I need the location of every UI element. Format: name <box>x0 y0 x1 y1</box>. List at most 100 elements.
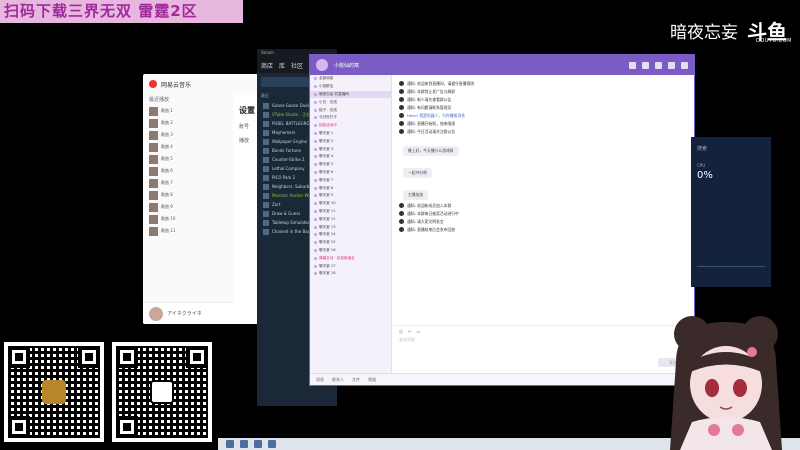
message-text: 通知: 欢迎来到直播间，请遵守直播规则 <box>407 81 475 86</box>
bottom-tab[interactable]: 消息 <box>316 377 324 383</box>
chat-avatar-icon <box>314 217 317 221</box>
message-text: Hello! 我是机器人，为你播报消息 <box>407 113 465 118</box>
qq-chat-window: 小桃仙的窝 全部消息 小桃群友 暗夜忘妄 的直播间 小白 - 在线 桃子 - 在线 今日份… <box>310 55 694 385</box>
chat-avatar-icon <box>314 272 317 276</box>
bow-right <box>732 424 744 436</box>
sender-avatar-icon <box>399 211 404 216</box>
game-name: Tabletop Simulator <box>272 220 310 225</box>
chat-avatar-icon <box>314 248 317 252</box>
chat-list-item[interactable]: 聊天室 13 <box>310 223 391 231</box>
qq-bottom-bar: 消息 联系人 文件 频道 <box>310 373 694 385</box>
chat-list-item[interactable]: 聊天室 7 <box>310 176 391 184</box>
chat-list-item[interactable]: 聊天室 9 <box>310 192 391 200</box>
chat-list-item[interactable]: 聊天室 18 <box>310 270 391 278</box>
bottom-tab[interactable]: 文件 <box>352 377 360 383</box>
chat-list-item[interactable]: 聊天室 8 <box>310 184 391 192</box>
qq-member-list: 全部消息 小桃群友 暗夜忘妄 的直播间 小白 - 在线桃子 - 在线 今日份打卡抽奖活动… <box>310 75 392 373</box>
chat-list-item[interactable]: 聊天室 17 <box>310 262 391 270</box>
eye-left <box>705 379 719 397</box>
start-icon[interactable] <box>226 440 234 448</box>
hair-clip <box>747 347 757 357</box>
chat-list-item[interactable]: 聊天室 11 <box>310 208 391 216</box>
app-icon[interactable] <box>254 440 262 448</box>
track-cover-icon <box>149 130 158 140</box>
chat-item-label: 聊天室 13 <box>319 224 336 229</box>
bubble-row: 主播加油 <box>399 181 688 203</box>
close-icon[interactable] <box>681 61 688 69</box>
bottom-tab[interactable]: 频道 <box>368 377 376 383</box>
track-cover-icon <box>149 214 158 224</box>
gamepad-icon[interactable] <box>655 61 662 69</box>
folder-icon[interactable]: ▭ <box>417 329 421 334</box>
track-cover-icon <box>149 106 158 116</box>
game-name: Neighbors: Suburban <box>272 184 315 189</box>
game-icon <box>263 228 269 235</box>
chat-avatar-icon <box>314 233 317 237</box>
chat-avatar-icon <box>314 163 317 167</box>
monitor-stat-value: 0% <box>697 170 713 181</box>
steam-tab-community[interactable]: 社区 <box>291 61 303 70</box>
message-input[interactable]: 发送消息... <box>393 337 694 343</box>
chat-list-item[interactable]: 全部消息 <box>310 75 391 83</box>
chat-list-item[interactable]: 聊天室 2 <box>310 137 391 145</box>
track-title: 歌曲 10 <box>161 216 176 221</box>
game-icon <box>263 192 269 199</box>
chat-list-item[interactable]: 聊天室 3 <box>310 145 391 153</box>
message-text: 通知: 直播结束后会发布回放 <box>407 227 456 232</box>
track-cover-icon <box>149 190 158 200</box>
chat-list-item[interactable]: 今日份打卡 <box>310 114 391 122</box>
chat-list-item[interactable]: 聊天室 6 <box>310 169 391 177</box>
douyu-watermark: 暗夜忘妄 斗鱼 DOUYU.COM <box>670 16 792 45</box>
chat-list-item[interactable]: 聊天室 1 <box>310 130 391 138</box>
app-icon[interactable] <box>268 440 276 448</box>
chat-avatar-icon <box>314 225 317 229</box>
chat-avatar-icon <box>314 100 317 104</box>
stream-canvas: 扫码下载三界无双 雷霆2区 暗夜忘妄 斗鱼 DOUYU.COM 网易云音乐 最近… <box>0 0 800 450</box>
game-icon <box>263 165 269 172</box>
qr-finder <box>116 416 138 438</box>
home-icon[interactable] <box>629 61 636 69</box>
chat-item-label: 弹幕互动 · 欢迎新朋友 <box>319 255 355 260</box>
emoji-icon[interactable]: ☺ <box>399 329 403 334</box>
chat-item-label: 今日份打卡 <box>319 115 337 120</box>
game-name: Chained in the Back <box>272 229 313 234</box>
chat-list-item[interactable]: 聊天室 16 <box>310 247 391 255</box>
track-cover-icon <box>149 154 158 164</box>
streamer-name: 暗夜忘妄 <box>670 23 738 43</box>
chat-list-item[interactable]: 小白 - 在线 <box>310 98 391 106</box>
chat-list-item[interactable]: 聊天室 12 <box>310 215 391 223</box>
scissors-icon[interactable]: ✂ <box>408 329 411 334</box>
message-text: 通知: 今日活动请关注群公告 <box>407 129 456 134</box>
steam-tab-library[interactable]: 库 <box>279 61 285 70</box>
chat-item-label: 聊天室 2 <box>319 138 334 143</box>
track-title: 歌曲 6 <box>161 168 173 173</box>
chat-list-item[interactable]: 小桃群友 <box>310 83 391 91</box>
game-name: Draw & Guess <box>272 211 301 216</box>
track-title: 歌曲 1 <box>161 108 173 113</box>
qr-finder <box>186 346 208 368</box>
chat-list-item[interactable]: 桃子 - 在线 <box>310 106 391 114</box>
game-icon <box>263 156 269 163</box>
chat-list-item[interactable]: 聊天室 14 <box>310 231 391 239</box>
app-icon[interactable] <box>240 440 248 448</box>
monitor-search[interactable]: 搜索 <box>691 137 771 159</box>
chat-list-item[interactable]: 暗夜忘妄 的直播间 <box>310 90 391 99</box>
message-text: 通知: 本群禁止发广告与刷屏 <box>407 89 456 94</box>
track-title: 歌曲 8 <box>161 192 173 197</box>
chat-list-item[interactable]: 聊天室 5 <box>310 161 391 169</box>
chat-avatar-icon <box>314 92 317 96</box>
chat-avatar-icon <box>314 116 317 120</box>
chat-list-item[interactable]: 聊天室 4 <box>310 153 391 161</box>
image-icon[interactable] <box>642 61 649 69</box>
chat-list-item[interactable]: 聊天室 10 <box>310 200 391 208</box>
chat-item-label: 小白 - 在线 <box>319 99 337 104</box>
steam-tab-store[interactable]: 商店 <box>261 61 273 70</box>
music-app-name: 网易云音乐 <box>161 81 192 89</box>
more-icon[interactable] <box>668 61 675 69</box>
chat-item-label: 聊天室 16 <box>319 247 336 252</box>
bottom-tab[interactable]: 联系人 <box>332 377 344 383</box>
chat-list-item[interactable]: 抽奖活动中 <box>310 122 391 130</box>
chat-list-item[interactable]: 聊天室 15 <box>310 239 391 247</box>
chat-avatar-icon <box>314 77 317 81</box>
chat-list-item[interactable]: 弹幕互动 · 欢迎新朋友 <box>310 254 391 262</box>
